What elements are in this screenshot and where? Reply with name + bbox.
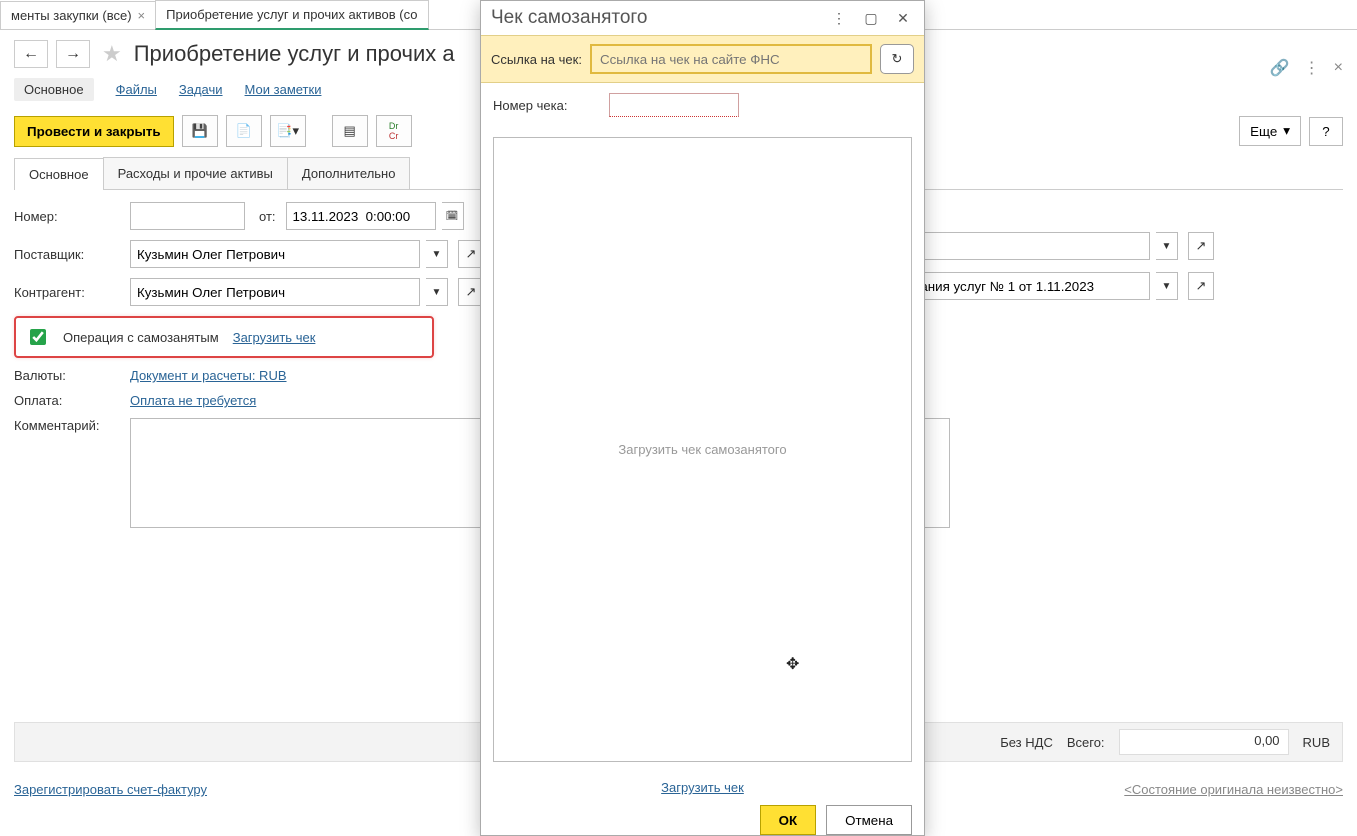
self-employed-checkbox[interactable]	[30, 329, 46, 345]
tab-acquisition[interactable]: Приобретение услуг и прочих активов (со	[155, 0, 428, 30]
currency-label: Валюты:	[14, 368, 124, 383]
section-notes[interactable]: Мои заметки	[245, 82, 322, 97]
kebab-icon[interactable]: ⋮	[828, 7, 850, 29]
supplier-input[interactable]	[130, 240, 420, 268]
contract-dropdown[interactable]: ▼	[1156, 272, 1178, 300]
print-button[interactable]: ▤	[332, 115, 368, 147]
payment-link[interactable]: Оплата не требуется	[130, 393, 256, 408]
counterparty-label: Контрагент:	[14, 285, 124, 300]
close-icon[interactable]: ×	[1334, 59, 1343, 77]
tab-purchases[interactable]: менты закупки (все) ×	[0, 1, 156, 29]
close-icon[interactable]: ×	[138, 8, 146, 23]
total-amount: 0,00	[1119, 729, 1289, 755]
modal-body: Номер чека: Загрузить чек самозанятого	[481, 83, 924, 772]
organization-dropdown[interactable]: ▼	[1156, 232, 1178, 260]
cheque-number-label: Номер чека:	[493, 98, 603, 113]
post-and-close-button[interactable]: Провести и закрыть	[14, 116, 174, 147]
from-label: от:	[259, 209, 276, 224]
cheque-number-input[interactable]	[609, 93, 739, 117]
forward-button[interactable]: →	[56, 40, 90, 68]
contract-open[interactable]: ↗	[1188, 272, 1214, 300]
comment-label: Комментарий:	[14, 418, 124, 433]
cheque-link-input[interactable]	[590, 44, 872, 74]
cheque-modal: Чек самозанятого ⋮ ▢ ✕ Ссылка на чек: ↻ …	[480, 0, 925, 836]
back-button[interactable]: ←	[14, 40, 48, 68]
save-icon: 💾	[192, 123, 208, 139]
modal-footer: Загрузить чек ОК Отмена	[481, 772, 924, 835]
favorite-icon[interactable]: ★	[102, 41, 122, 67]
modal-link-row: Ссылка на чек: ↻	[481, 35, 924, 83]
load-cheque-link[interactable]: Загрузить чек	[233, 330, 316, 345]
page-title: Приобретение услуг и прочих а	[134, 41, 455, 67]
no-vat-label: Без НДС	[1000, 735, 1053, 750]
drcr-icon: DrCr	[389, 121, 399, 141]
number-label: Номер:	[14, 209, 124, 224]
maximize-icon[interactable]: ▢	[860, 7, 882, 29]
currency-link[interactable]: Документ и расчеты: RUB	[130, 368, 287, 383]
drcr-button[interactable]: DrCr	[376, 115, 412, 147]
original-state-link[interactable]: <Состояние оригинала неизвестно>	[1124, 782, 1343, 797]
modal-titlebar: Чек самозанятого ⋮ ▢ ✕	[481, 1, 924, 35]
tab-label: Приобретение услуг и прочих активов (со	[166, 7, 417, 22]
link-icon[interactable]: 🔗	[1270, 58, 1290, 78]
tab-label: менты закупки (все)	[11, 8, 132, 23]
cheque-preview: Загрузить чек самозанятого	[493, 137, 912, 762]
organization-input[interactable]	[900, 232, 1150, 260]
cancel-button[interactable]: Отмена	[826, 805, 912, 835]
subtab-main[interactable]: Основное	[14, 158, 104, 190]
self-employed-label: Операция с самозанятым	[63, 330, 219, 345]
calendar-button[interactable]: 🗓	[442, 202, 464, 230]
close-icon[interactable]: ✕	[892, 7, 914, 29]
right-fields: ▼ ↗ ▼ ↗	[900, 232, 1214, 312]
total-label: Всего:	[1067, 735, 1105, 750]
post-button[interactable]: 📄	[226, 115, 262, 147]
section-files[interactable]: Файлы	[116, 82, 157, 97]
calendar-icon: 🗓	[446, 211, 459, 222]
section-tasks[interactable]: Задачи	[179, 82, 223, 97]
chevron-down-icon: ▾	[1283, 123, 1290, 139]
total-currency: RUB	[1303, 735, 1330, 750]
post-icon: 📄	[236, 123, 252, 139]
counterparty-dropdown[interactable]: ▼	[426, 278, 448, 306]
supplier-dropdown[interactable]: ▼	[426, 240, 448, 268]
open-icon: ↗	[466, 284, 477, 300]
open-icon: ↗	[466, 246, 477, 262]
help-button[interactable]: ?	[1309, 117, 1343, 146]
copy-icon: 📑▾	[276, 123, 299, 139]
supplier-label: Поставщик:	[14, 247, 124, 262]
header-actions: 🔗 ⋮ ×	[1270, 58, 1343, 78]
contract-input[interactable]	[900, 272, 1150, 300]
ok-button[interactable]: ОК	[760, 805, 817, 835]
number-input[interactable]	[130, 202, 245, 230]
refresh-button[interactable]: ↻	[880, 44, 914, 74]
list-icon: ▤	[343, 123, 355, 139]
subtab-extra[interactable]: Дополнительно	[287, 157, 411, 189]
more-button[interactable]: Еще ▾	[1239, 116, 1301, 146]
refresh-icon: ↻	[892, 51, 903, 67]
create-based-button[interactable]: 📑▾	[270, 115, 306, 147]
kebab-icon[interactable]: ⋮	[1304, 58, 1320, 78]
subtab-expenses[interactable]: Расходы и прочие активы	[103, 157, 288, 189]
date-input[interactable]	[286, 202, 436, 230]
cheque-placeholder: Загрузить чек самозанятого	[618, 442, 786, 457]
modal-title: Чек самозанятого	[491, 7, 648, 29]
cheque-link-label: Ссылка на чек:	[491, 52, 582, 67]
register-invoice-link[interactable]: Зарегистрировать счет-фактуру	[14, 782, 207, 797]
self-employed-box: Операция с самозанятым Загрузить чек	[14, 316, 434, 358]
modal-load-link[interactable]: Загрузить чек	[661, 780, 744, 795]
organization-open[interactable]: ↗	[1188, 232, 1214, 260]
payment-label: Оплата:	[14, 393, 124, 408]
section-main[interactable]: Основное	[14, 78, 94, 101]
counterparty-input[interactable]	[130, 278, 420, 306]
save-button[interactable]: 💾	[182, 115, 218, 147]
